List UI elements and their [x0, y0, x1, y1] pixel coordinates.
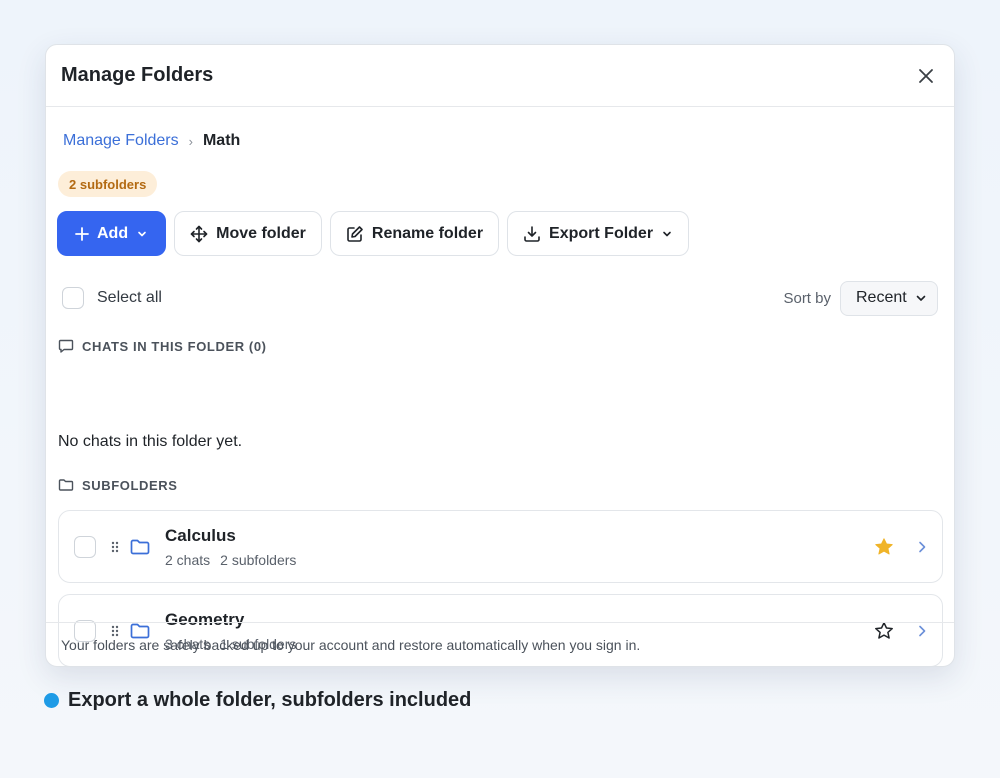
modal-content: Manage Folders › Math 2 subfolders Add M… [46, 107, 954, 666]
subfolder-count-badge: 2 subfolders [58, 171, 158, 197]
chats-section-title: CHATS IN THIS FOLDER (0) [82, 338, 267, 354]
folder-outline-icon [58, 479, 74, 491]
subfolder-name: Calculus [165, 525, 236, 545]
plus-icon [75, 226, 89, 241]
subfolder-row-calculus[interactable]: Calculus 2 chats 2 subfolders [58, 510, 943, 583]
close-button[interactable] [912, 62, 940, 90]
export-folder-button[interactable]: Export Folder [507, 211, 690, 256]
feature-caption: Export a whole folder, subfolders includ… [44, 689, 471, 712]
chats-section-heading: CHATS IN THIS FOLDER (0) [58, 338, 267, 354]
subfolder-checkbox[interactable] [74, 535, 96, 558]
star-filled-icon[interactable] [874, 537, 894, 557]
select-all-checkbox[interactable] [62, 287, 84, 309]
chevron-right-icon[interactable] [916, 540, 928, 554]
subfolder-chat-count: 2 chats [165, 551, 211, 568]
sort-control: Sort by Recent [783, 280, 938, 316]
drag-handle-icon[interactable] [110, 540, 120, 554]
subfolder-subfolder-count: 2 subfolders [220, 551, 297, 568]
move-folder-button[interactable]: Move folder [174, 211, 322, 256]
download-icon [524, 225, 540, 242]
breadcrumb-separator: › [188, 133, 193, 149]
move-icon [190, 225, 208, 242]
rename-folder-button[interactable]: Rename folder [329, 211, 500, 256]
caption-text: Export a whole folder, subfolders includ… [68, 689, 472, 711]
sort-select[interactable]: Recent [840, 280, 938, 316]
edit-icon [347, 225, 363, 242]
export-folder-label: Export Folder [549, 224, 654, 242]
chevron-down-icon [916, 295, 926, 301]
select-all-label: Select all [97, 289, 162, 306]
modal-footer-note: Your folders are safely backed up to you… [46, 622, 954, 666]
rename-folder-label: Rename folder [371, 224, 484, 242]
subfolders-section-heading: SUBFOLDERS [58, 477, 178, 493]
breadcrumb-root-link[interactable]: Manage Folders [63, 132, 179, 150]
subfolders-section-title: SUBFOLDERS [82, 477, 178, 493]
close-icon [919, 68, 933, 83]
subfolder-info: Calculus 2 chats 2 subfolders [165, 526, 874, 568]
chat-bubble-icon [58, 339, 74, 353]
folder-icon [130, 539, 150, 554]
add-button[interactable]: Add [57, 211, 167, 256]
breadcrumb-current: Math [202, 132, 241, 149]
manage-folders-modal: Manage Folders Manage Folders › Math 2 s… [45, 44, 955, 667]
toolbar: Add Move folder Rename folder Export Fol… [57, 211, 690, 256]
select-all: Select all [62, 287, 162, 309]
add-button-label: Add [97, 224, 129, 242]
breadcrumb: Manage Folders › Math [63, 132, 240, 150]
subfolder-meta: 2 chats 2 subfolders [165, 552, 874, 568]
sort-label: Sort by [783, 289, 831, 307]
chats-empty-message: No chats in this folder yet. [58, 433, 243, 450]
sort-select-value: Recent [856, 289, 907, 306]
chevron-down-icon [138, 231, 146, 236]
modal-title: Manage Folders [61, 64, 214, 86]
move-folder-label: Move folder [216, 224, 306, 242]
caption-dot [44, 693, 59, 708]
select-sort-row: Select all Sort by Recent [62, 280, 938, 316]
modal-header: Manage Folders [46, 45, 954, 107]
chevron-down-icon [663, 231, 671, 236]
